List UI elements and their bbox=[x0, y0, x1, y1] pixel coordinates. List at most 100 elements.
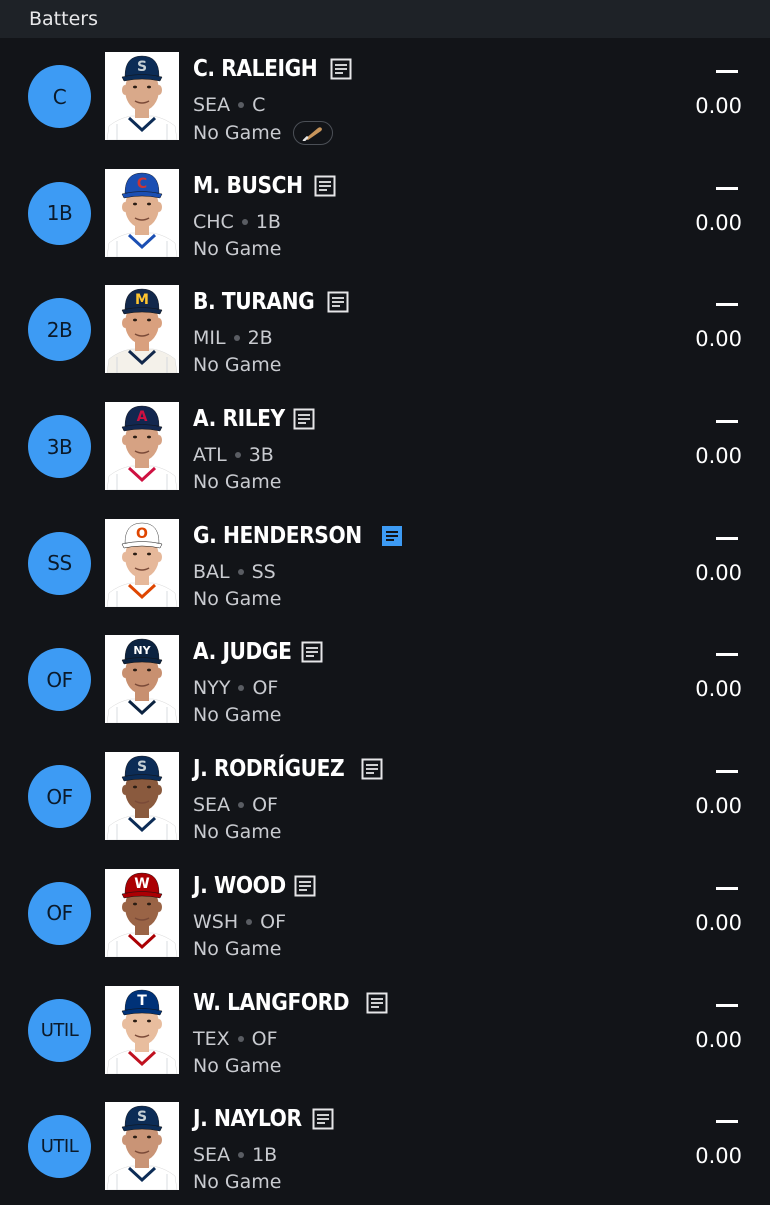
player-row[interactable]: C S C. RALEIGH SEA C No Game 0.00 bbox=[0, 38, 770, 155]
team-position-line: BAL SS bbox=[193, 561, 276, 583]
game-status: No Game bbox=[193, 1171, 282, 1194]
player-headshot-image: S bbox=[105, 52, 179, 140]
player-row[interactable]: SS O G. HENDERSON BAL SS No Game 0.00 bbox=[0, 505, 770, 622]
player-headshot[interactable]: C bbox=[105, 168, 179, 257]
player-headshot[interactable]: S bbox=[105, 752, 179, 841]
roster-slot-badge[interactable]: UTIL bbox=[28, 998, 91, 1062]
roster-slot-badge[interactable]: SS bbox=[28, 531, 91, 595]
roster-slot-badge[interactable]: UTIL bbox=[28, 1115, 91, 1179]
player-note-icon[interactable] bbox=[294, 875, 316, 897]
player-row[interactable]: OF S J. RODRÍGUEZ SEA OF No Game 0.00 bbox=[0, 738, 770, 855]
player-row[interactable]: 2B M B. TURANG MIL 2B No Game 0.00 bbox=[0, 271, 770, 388]
player-points: 0.00 bbox=[695, 1144, 742, 1169]
svg-text:S: S bbox=[137, 759, 147, 775]
player-points: 0.00 bbox=[695, 1027, 742, 1052]
game-status: No Game bbox=[193, 704, 282, 727]
projection-dash bbox=[716, 653, 738, 657]
roster-slot-badge[interactable]: OF bbox=[28, 881, 91, 945]
team-abbr: TEX bbox=[193, 1027, 230, 1050]
separator-dot bbox=[238, 802, 245, 809]
player-row[interactable]: 1B C M. BUSCH CHC 1B No Game 0.00 bbox=[0, 155, 770, 272]
player-headshot[interactable]: M bbox=[105, 285, 179, 374]
game-status: No Game bbox=[193, 237, 282, 260]
separator-dot bbox=[237, 568, 244, 575]
player-row[interactable]: 3B A A. RILEY ATL 3B No Game 0.00 bbox=[0, 388, 770, 505]
player-note-icon[interactable] bbox=[301, 641, 323, 663]
svg-text:S: S bbox=[137, 1109, 147, 1125]
player-headshot[interactable]: W bbox=[105, 868, 179, 957]
separator-dot bbox=[238, 1152, 245, 1159]
roster-slot-label: UTIL bbox=[40, 1136, 79, 1158]
player-row[interactable]: OF W J. WOOD WSH OF No Game 0.00 bbox=[0, 855, 770, 972]
game-status: No Game bbox=[193, 471, 282, 494]
svg-text:O: O bbox=[136, 526, 148, 542]
roster-slot-badge[interactable]: 2B bbox=[28, 298, 91, 362]
projection-dash bbox=[716, 70, 738, 73]
player-points: 0.00 bbox=[695, 910, 742, 935]
section-title: Batters bbox=[29, 8, 98, 30]
player-name[interactable]: J. WOOD bbox=[193, 873, 286, 899]
batters-list: C S C. RALEIGH SEA C No Game 0.00 1B C M… bbox=[0, 38, 770, 1205]
player-name[interactable]: C. RALEIGH bbox=[193, 56, 318, 82]
roster-slot-badge[interactable]: 3B bbox=[28, 415, 91, 479]
team-abbr: ATL bbox=[193, 444, 227, 467]
projection-dash bbox=[716, 1003, 738, 1007]
player-headshot-image: C bbox=[105, 168, 179, 257]
player-name[interactable]: M. BUSCH bbox=[193, 173, 303, 199]
svg-text:C: C bbox=[137, 176, 147, 192]
game-status: No Game bbox=[193, 1054, 282, 1077]
roster-slot-label: OF bbox=[46, 667, 73, 692]
projection-dash bbox=[716, 1120, 738, 1124]
roster-slot-badge[interactable]: OF bbox=[28, 648, 91, 712]
player-headshot[interactable]: S bbox=[105, 52, 179, 140]
bat-icon[interactable] bbox=[293, 121, 334, 145]
player-headshot[interactable]: O bbox=[105, 518, 179, 607]
player-name[interactable]: W. LANGFORD bbox=[193, 990, 350, 1016]
player-row[interactable]: UTIL S J. NAYLOR SEA 1B No Game 0.00 bbox=[0, 1088, 770, 1205]
team-position-line: SEA 1B bbox=[193, 1144, 277, 1166]
separator-dot bbox=[234, 452, 241, 459]
player-headshot[interactable]: T bbox=[105, 985, 179, 1074]
player-note-icon[interactable] bbox=[366, 992, 388, 1014]
player-headshot-image: NY bbox=[105, 635, 179, 724]
player-headshot[interactable]: NY bbox=[105, 635, 179, 724]
player-row[interactable]: OF NY A. JUDGE NYY OF No Game 0.00 bbox=[0, 621, 770, 738]
team-position-line: WSH OF bbox=[193, 911, 286, 933]
team-abbr: SEA bbox=[193, 1144, 231, 1167]
player-name[interactable]: G. HENDERSON bbox=[193, 523, 362, 549]
player-name[interactable]: B. TURANG bbox=[193, 289, 315, 315]
separator-dot bbox=[238, 102, 245, 108]
player-points: 0.00 bbox=[695, 794, 742, 819]
player-note-icon[interactable] bbox=[330, 58, 352, 80]
player-name[interactable]: A. JUDGE bbox=[193, 639, 292, 665]
team-abbr: BAL bbox=[193, 560, 230, 583]
player-headshot-image: W bbox=[105, 868, 179, 957]
player-name[interactable]: J. RODRÍGUEZ bbox=[193, 756, 345, 782]
player-name[interactable]: A. RILEY bbox=[193, 406, 285, 432]
svg-text:W: W bbox=[134, 876, 149, 892]
roster-slot-label: 1B bbox=[46, 201, 73, 226]
roster-slot-badge[interactable]: 1B bbox=[28, 181, 91, 245]
player-position: 2B bbox=[247, 327, 273, 350]
player-row[interactable]: UTIL T W. LANGFORD TEX OF No Game 0.00 bbox=[0, 972, 770, 1089]
player-headshot-image: S bbox=[105, 752, 179, 841]
team-position-line: NYY OF bbox=[193, 677, 278, 699]
team-abbr: SEA bbox=[193, 94, 231, 116]
game-status: No Game bbox=[193, 354, 282, 377]
player-note-icon[interactable] bbox=[361, 758, 383, 780]
player-note-icon[interactable] bbox=[327, 291, 349, 313]
player-note-icon[interactable] bbox=[312, 1108, 334, 1130]
svg-text:M: M bbox=[135, 292, 149, 308]
roster-slot-badge[interactable]: OF bbox=[28, 765, 91, 829]
svg-text:S: S bbox=[137, 59, 147, 75]
player-name[interactable]: J. NAYLOR bbox=[193, 1106, 302, 1132]
player-headshot[interactable]: S bbox=[105, 1102, 179, 1191]
projection-dash bbox=[716, 536, 738, 540]
player-note-icon[interactable] bbox=[381, 525, 403, 547]
roster-slot-badge[interactable]: C bbox=[28, 65, 91, 128]
game-status: No Game bbox=[193, 821, 282, 844]
player-note-icon[interactable] bbox=[293, 408, 315, 430]
player-note-icon[interactable] bbox=[314, 175, 336, 197]
player-position: SS bbox=[251, 560, 276, 583]
player-headshot[interactable]: A bbox=[105, 402, 179, 491]
